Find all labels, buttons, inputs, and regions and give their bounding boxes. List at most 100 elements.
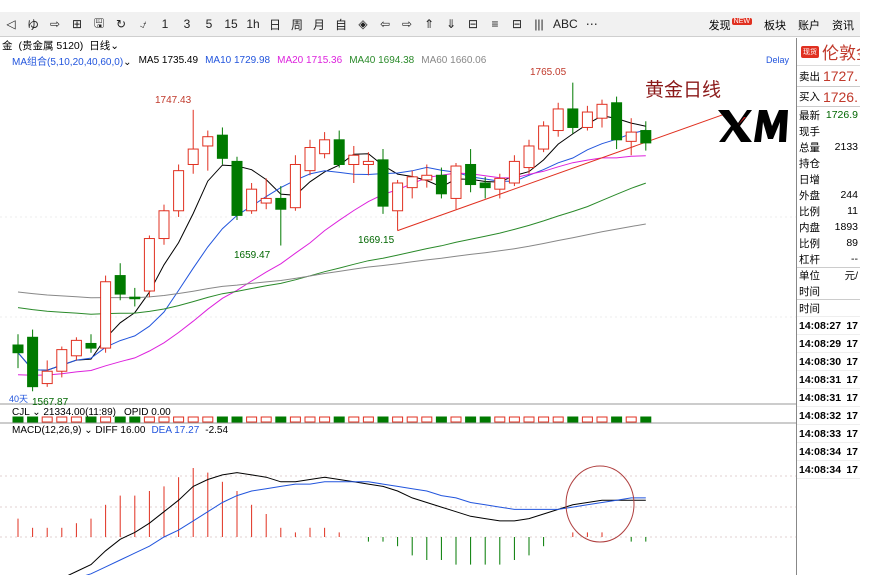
volume-bar [611,416,623,423]
quote-row-value: -- [851,253,858,265]
tick-list[interactable]: 14:08:27 17 14:08:29 17 14:08:30 17 14:08:31 17… [797,317,860,479]
toolbar-button-9[interactable]: 5 [198,13,220,35]
candle-body [289,163,301,209]
candle-body [640,130,652,144]
candle-body [202,136,214,147]
candle-body [173,170,185,212]
symbol-name: 金 [2,40,13,52]
kline-chart[interactable]: 黄金日线 1747.43 1765.05 1659.47 1669.15 156… [0,67,796,575]
chart-area[interactable]: 黄金日线 1747.43 1765.05 1659.47 1669.15 156… [0,67,796,575]
quote-row-label: 比例 [799,237,820,250]
macd-dea-line [85,481,646,575]
toolbar-button-7[interactable]: 1 [154,13,176,35]
quote-row-label: 日增 [799,173,820,186]
period-selector[interactable]: 日线⌄ [89,38,119,53]
candle-body [275,197,287,210]
quote-row-label: 内盘 [799,221,820,234]
volume-bar [465,416,477,423]
candle-body [348,154,360,165]
quote-row: 持仓 [797,155,860,171]
toolbar-button-19[interactable]: ⇑ [418,13,440,35]
trendline [397,113,727,232]
symbol-exchange: (贵金属 5120) [18,40,84,52]
tick-row: 14:08:32 17 [797,407,860,425]
candle-body [100,281,112,349]
toolbar-button-22[interactable]: ≡ [484,13,506,35]
toolbar-button-6[interactable]: ⍻ [132,13,154,35]
volume-bar [362,416,374,423]
tick-time: 14:08:34 [799,445,842,458]
volume-bar [187,416,199,423]
toolbar-button-3[interactable]: ⊞ [66,13,88,35]
news-button[interactable]: 资讯 [832,17,854,33]
quote-panel: 现货伦敦金 卖出1727. 买入1726. 最新 1726.9 现手总量 2133 持仓… [796,38,860,575]
quote-row-value: 89 [846,237,858,249]
quote-name-text: 伦敦金 [822,44,860,64]
candle-body [246,188,258,212]
toolbar-button-10[interactable]: 15 [220,13,242,35]
ma5-value: MA5 1735.49 [138,54,199,66]
toolbar-button-0[interactable]: ◁ [0,13,22,35]
macd-indicator-name: MACD(12,26,9) [12,425,81,436]
quote-row: 外盘 244 [797,187,860,203]
volume-bar [435,416,447,423]
tick-price: 17 [846,427,858,440]
buy-value: 1726. [822,88,858,105]
toolbar-button-12[interactable]: 日 [264,13,286,35]
chevron-down-icon: ⌄ [110,40,120,52]
tick-price: 17 [846,337,858,350]
spot-badge: 现货 [801,45,819,58]
candle-body [114,275,126,295]
volume-bar [333,416,345,423]
quote-row: 单位 元/ [797,267,860,283]
volume-bar [450,416,462,423]
volume-bar [625,416,637,423]
toolbar-button-5[interactable]: ↻ [110,13,132,35]
sell-row: 卖出 1727. [797,66,860,86]
toolbar-button-2[interactable]: ⇨ [44,13,66,35]
candle-body [333,139,345,165]
ma20-line [17,155,646,376]
toolbar-button-1[interactable]: ゆ [22,13,44,35]
ma10-value: MA10 1729.98 [205,54,271,66]
candle-body [187,148,199,165]
volume-bar [348,416,360,423]
quote-row-label: 现手 [799,125,820,138]
toolbar-button-23[interactable]: ⊟ [506,13,528,35]
quote-row-label: 总量 [799,141,820,154]
volume-bar [494,416,506,423]
toolbar-button-15[interactable]: 自 [330,13,352,35]
toolbar-button-26[interactable]: ⋯ [581,13,603,35]
candle-body [319,139,331,155]
toolbar-button-14[interactable]: 月 [308,13,330,35]
discover-button[interactable]: 发现 NEW [709,17,752,33]
toolbar-button-17[interactable]: ⇦ [374,13,396,35]
quote-row: 内盘 1893 [797,219,860,235]
volume-bar [392,416,404,423]
toolbar-button-20[interactable]: ⇓ [440,13,462,35]
sector-button[interactable]: 板块 [764,17,786,33]
toolbar-button-25[interactable]: ABC [550,13,581,35]
ma-group-selector[interactable]: MA组合(5,10,20,40,60,0)⌄ [12,53,132,68]
chevron-down-icon: ⌄ [123,56,132,68]
toolbar-button-8[interactable]: 3 [176,13,198,35]
toolbar-button-21[interactable]: ⊟ [462,13,484,35]
quote-row-value: 1726.9 [825,109,858,121]
volume-bar [319,416,331,423]
toolbar-button-18[interactable]: ⇨ [396,13,418,35]
candle-body [304,147,316,172]
candle-body [12,344,24,354]
account-button[interactable]: 账户 [798,17,820,33]
tick-time: 14:08:33 [799,427,842,440]
toolbar-button-4[interactable]: 🖫 [88,13,110,35]
tick-price: 17 [846,319,858,332]
candle-body [479,182,491,189]
toolbar-button-13[interactable]: 周 [286,13,308,35]
tick-time: 14:08:29 [799,337,842,350]
candle-body [129,296,141,300]
toolbar-button-11[interactable]: 1h [242,13,264,35]
toolbar-button-24[interactable]: ||| [528,13,550,35]
toolbar-button-16[interactable]: ◈ [352,13,374,35]
quote-row-label: 时间 [799,285,820,298]
volume-bar [231,416,243,423]
